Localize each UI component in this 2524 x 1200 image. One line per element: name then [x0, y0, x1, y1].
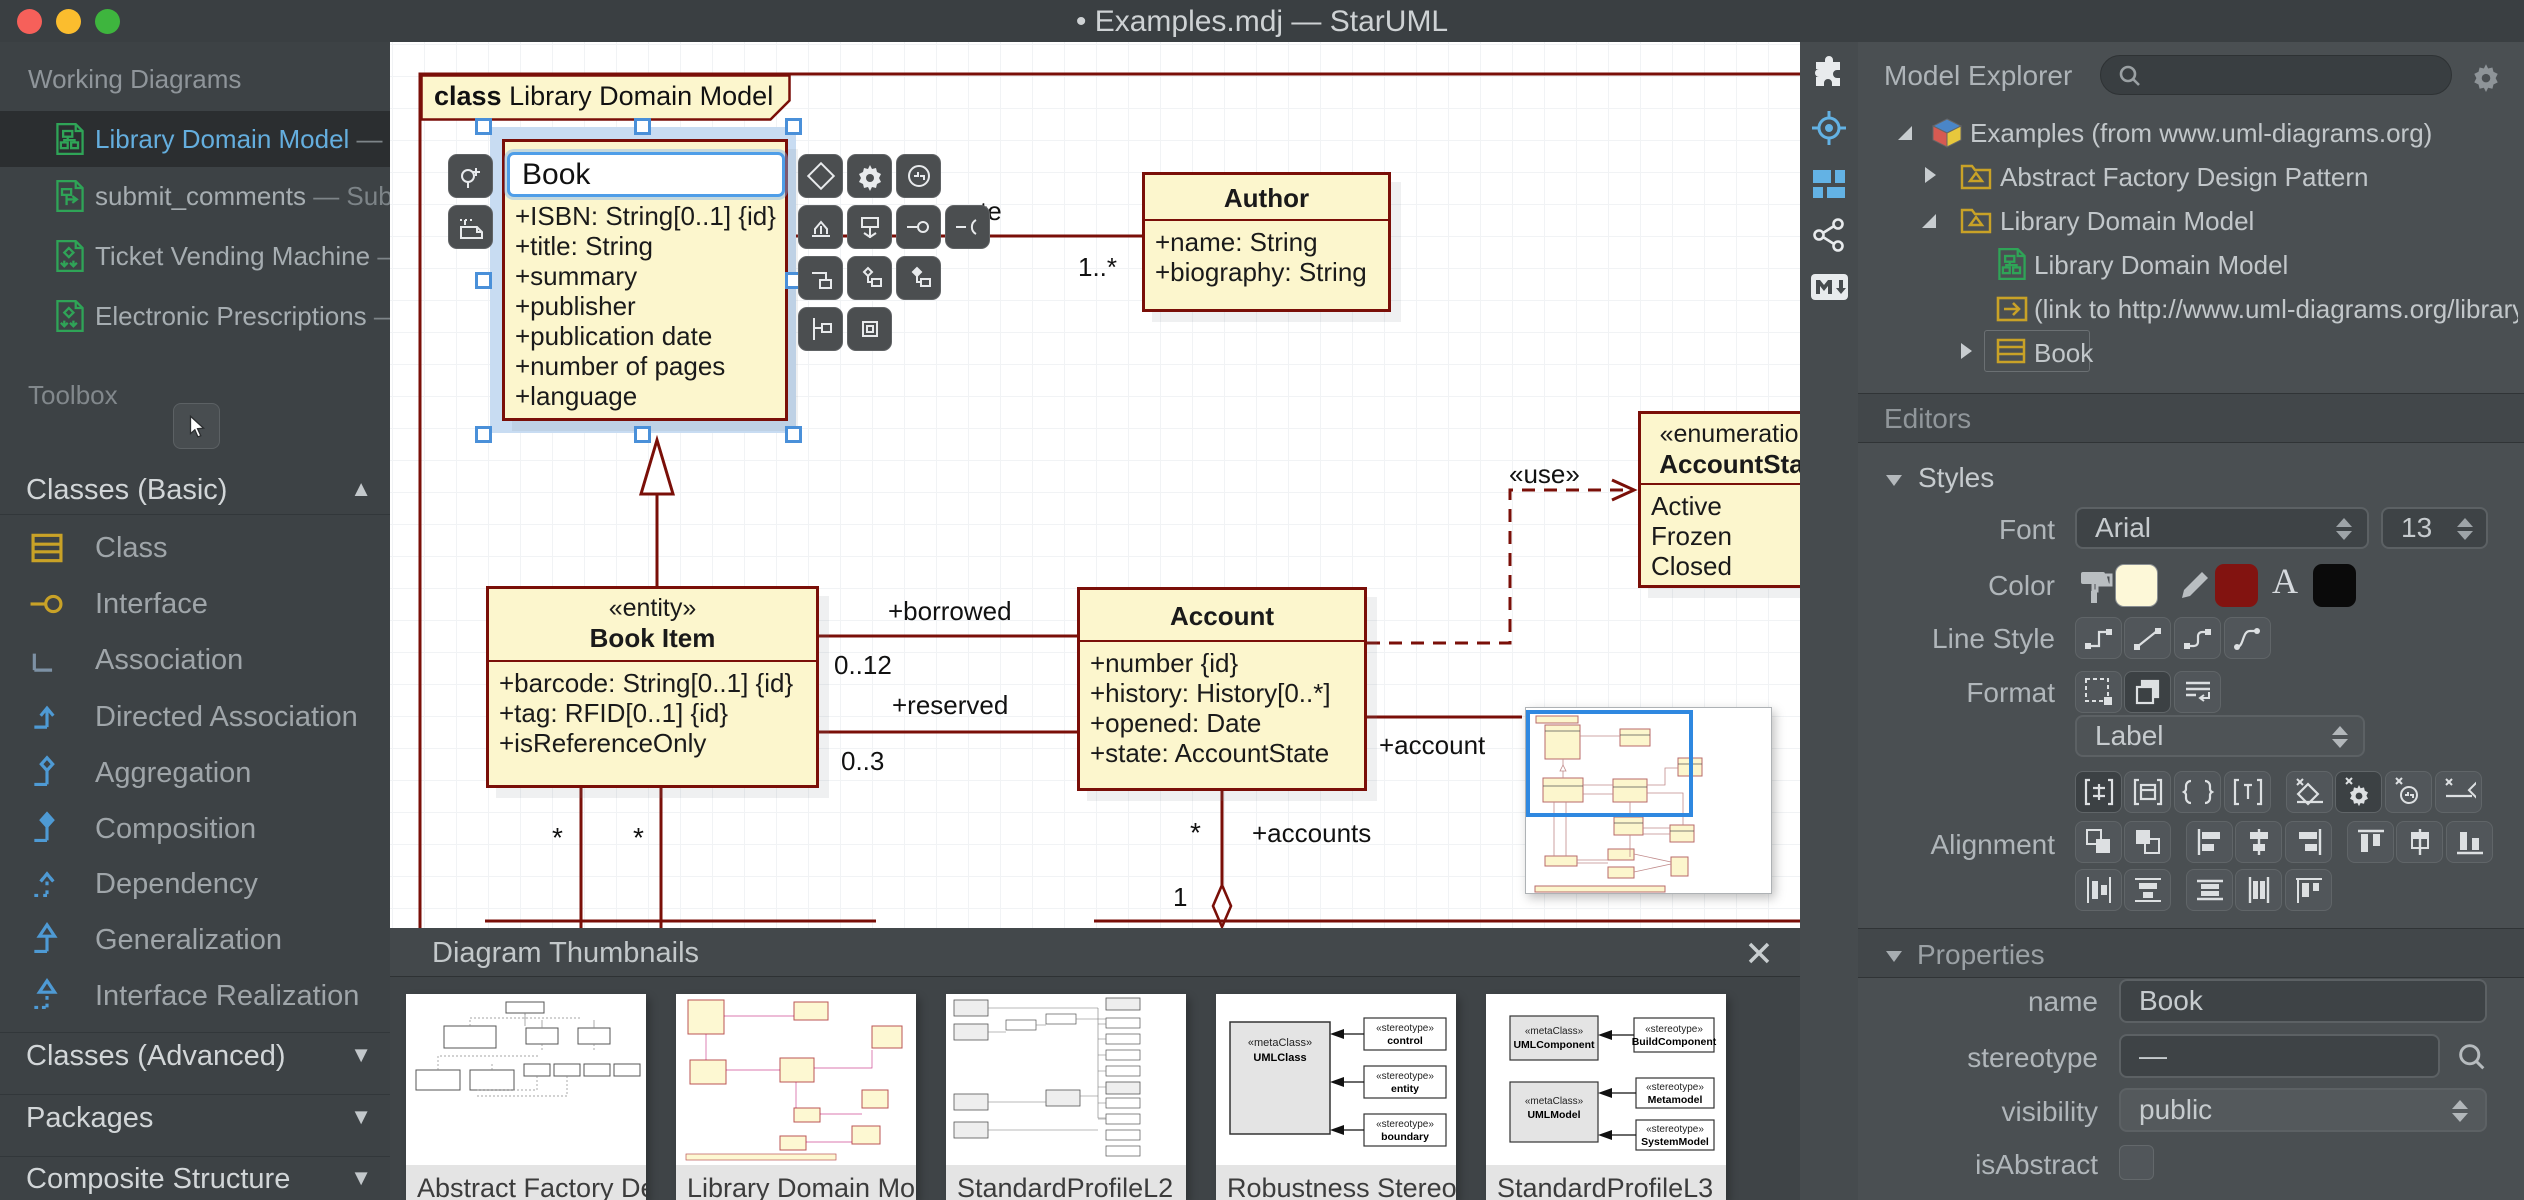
svg-text:*: * [633, 822, 644, 853]
svg-text:UMLModel: UMLModel [1527, 1109, 1580, 1121]
svg-text:control: control [1387, 1035, 1423, 1047]
svg-text:«metaClass»: «metaClass» [1525, 1096, 1584, 1107]
svg-text:*: * [552, 822, 563, 853]
svg-text:+account: +account [1379, 730, 1486, 760]
svg-text:Metamodel: Metamodel [1648, 1094, 1703, 1106]
svg-text:1: 1 [1173, 882, 1187, 912]
svg-text:+reserved: +reserved [892, 690, 1008, 720]
svg-text:BuildComponent: BuildComponent [1632, 1036, 1717, 1048]
svg-text:1..*: 1..* [1078, 252, 1117, 282]
svg-text:*: * [1190, 817, 1201, 848]
svg-text:«use»: «use» [1509, 459, 1580, 489]
svg-text:«stereotype»: «stereotype» [1376, 1119, 1434, 1130]
svg-text:SystemModel: SystemModel [1641, 1136, 1709, 1148]
svg-text:0..12: 0..12 [834, 650, 892, 680]
svg-text:0..3: 0..3 [841, 746, 884, 776]
svg-text:«stereotype»: «stereotype» [1645, 1024, 1703, 1035]
svg-text:boundary: boundary [1381, 1131, 1429, 1143]
svg-text:UMLClass: UMLClass [1253, 1052, 1306, 1064]
svg-text:«stereotype»: «stereotype» [1646, 1082, 1704, 1093]
svg-text:class Library Domain Model: class Library Domain Model [434, 81, 773, 111]
svg-text:«metaClass»: «metaClass» [1248, 1037, 1312, 1049]
svg-text:«stereotype»: «stereotype» [1376, 1023, 1434, 1034]
svg-text:UMLComponent: UMLComponent [1513, 1039, 1595, 1051]
svg-text:«stereotype»: «stereotype» [1646, 1124, 1704, 1135]
svg-text:entity: entity [1391, 1083, 1419, 1095]
svg-text:+borrowed: +borrowed [888, 596, 1012, 626]
svg-text:«stereotype»: «stereotype» [1376, 1071, 1434, 1082]
svg-text:«metaClass»: «metaClass» [1525, 1026, 1584, 1037]
svg-text:+accounts: +accounts [1252, 818, 1371, 848]
